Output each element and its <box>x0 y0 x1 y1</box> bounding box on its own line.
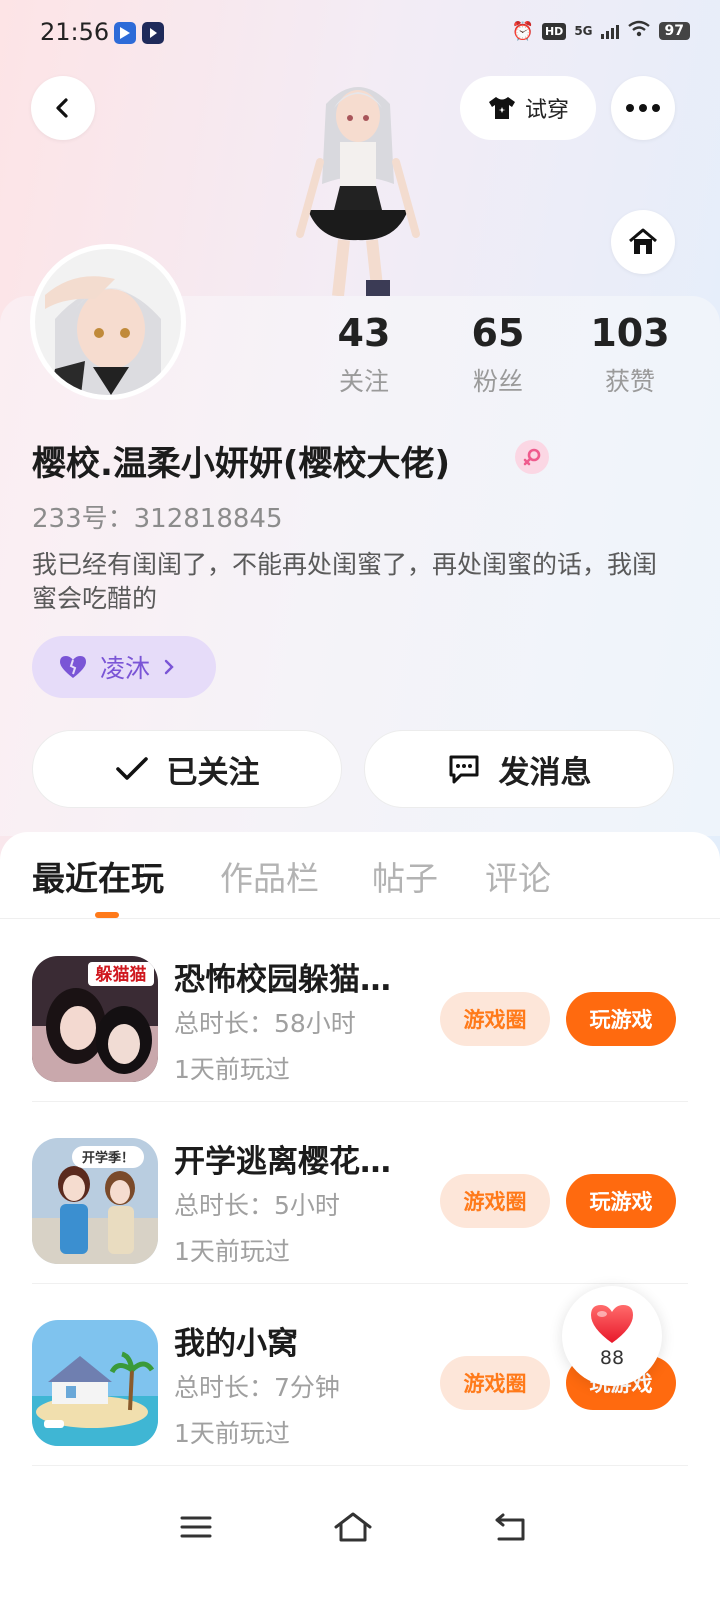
user-id[interactable]: 233号：312818845 <box>32 498 283 535</box>
following-button[interactable]: 已关注 <box>32 730 342 808</box>
back-arrow-icon <box>56 98 68 118</box>
app-notification-icon <box>114 22 136 44</box>
status-icons: ⏰ HD 5G 97 <box>512 20 690 42</box>
username: 樱校.温柔小妍妍(樱校大佬) <box>32 444 450 484</box>
status-time: 21:56 <box>40 18 110 46</box>
game-duration: 总时长：7分钟 <box>174 1373 340 1402</box>
game-list-item[interactable]: 开学季！ 开学逃离樱花… 总时长：5小时 1天前玩过 游戏圈 玩游戏 <box>0 1102 720 1284</box>
avatar-image <box>35 249 181 395</box>
home-icon <box>629 228 657 254</box>
heart-tag-icon <box>60 656 86 678</box>
video-notification-icon <box>142 22 164 44</box>
status-bar: 21:56 ⏰ HD 5G 97 <box>0 0 720 64</box>
fans-count: 65 <box>471 311 525 355</box>
network-type-icon: 5G <box>574 24 593 38</box>
try-on-button[interactable]: 试穿 <box>460 76 596 140</box>
avatar[interactable] <box>30 244 186 400</box>
game-name: 我的小窝 <box>174 1326 298 1362</box>
game-name: 恐怖校园躲猫… <box>174 962 391 998</box>
stat-following[interactable]: 43 关注 <box>304 310 424 398</box>
game-icon: 开学季！ <box>32 1138 158 1264</box>
game-circle-button[interactable]: 游戏圈 <box>440 1356 550 1410</box>
game-last-played: 1天前玩过 <box>174 1419 290 1448</box>
send-message-label: 发消息 <box>498 754 592 791</box>
avatar-3d-figure <box>296 87 420 296</box>
game-list-item[interactable]: 躲猫猫 恐怖校园躲猫… 总时长：58小时 1天前玩过 游戏圈 玩游戏 <box>0 920 720 1102</box>
game-icon <box>32 1320 158 1446</box>
menu-icon <box>180 1516 212 1538</box>
relationship-tag[interactable]: 凌沐 <box>32 636 216 698</box>
heart-icon <box>591 1305 633 1343</box>
tab-divider <box>0 918 720 919</box>
nav-home-button[interactable] <box>318 1502 388 1552</box>
home-button[interactable] <box>611 210 675 274</box>
following-count: 43 <box>337 311 391 355</box>
stat-fans[interactable]: 65 粉丝 <box>438 310 558 398</box>
game-icon-text: 开学季！ <box>82 1150 134 1166</box>
nav-back-button[interactable] <box>475 1502 545 1552</box>
tshirt-icon <box>488 97 515 119</box>
try-on-label: 试穿 <box>524 98 569 123</box>
stat-likes[interactable]: 103 获赞 <box>570 310 690 398</box>
game-last-played: 1天前玩过 <box>174 1237 290 1266</box>
fans-label: 粉丝 <box>472 367 523 396</box>
game-circle-button[interactable]: 游戏圈 <box>440 1174 550 1228</box>
following-label: 关注 <box>338 367 389 396</box>
hd-icon: HD <box>541 22 567 40</box>
following-button-label: 已关注 <box>166 754 260 791</box>
female-gender-icon <box>515 440 549 474</box>
back-button[interactable] <box>31 76 95 140</box>
game-duration: 总时长：58小时 <box>174 1009 356 1038</box>
nav-back-icon <box>495 1513 525 1541</box>
play-game-button[interactable]: 玩游戏 <box>566 992 676 1046</box>
game-icon: 躲猫猫 <box>32 956 158 1082</box>
game-duration: 总时长：5小时 <box>174 1191 340 1220</box>
bio-text: 我已经有闺闺了，不能再处闺蜜了，再处闺蜜的话，我闺蜜会吃醋的 <box>32 550 658 613</box>
likes-count: 103 <box>590 311 670 355</box>
nav-home-icon <box>334 1512 372 1542</box>
send-message-button[interactable]: 发消息 <box>364 730 674 808</box>
nav-menu-button[interactable] <box>161 1502 231 1552</box>
game-last-played: 1天前玩过 <box>174 1055 290 1084</box>
chevron-right-icon <box>164 659 174 675</box>
battery-icon: 97 <box>658 22 690 40</box>
likes-label: 获赞 <box>604 367 655 396</box>
tab-posts[interactable]: 帖子 <box>372 852 438 900</box>
play-game-button[interactable]: 玩游戏 <box>566 1174 676 1228</box>
system-nav-bar <box>0 1480 720 1600</box>
alarm-icon: ⏰ <box>511 20 534 42</box>
message-bubble-icon <box>449 755 478 784</box>
row-divider <box>32 1465 688 1466</box>
game-circle-button[interactable]: 游戏圈 <box>440 992 550 1046</box>
relationship-tag-label: 凌沐 <box>100 654 151 683</box>
more-options-button[interactable] <box>611 76 675 140</box>
game-icon-text: 躲猫猫 <box>96 964 147 985</box>
like-float-button[interactable]: 88 <box>562 1286 662 1386</box>
tab-works[interactable]: 作品栏 <box>220 852 319 900</box>
tab-recently-played[interactable]: 最近在玩 <box>32 852 164 900</box>
signal-icon <box>600 23 619 39</box>
check-icon <box>115 757 148 780</box>
more-dots-icon <box>626 104 660 112</box>
wifi-icon <box>627 20 651 42</box>
like-count: 88 <box>599 1347 625 1369</box>
tab-comments[interactable]: 评论 <box>485 852 551 900</box>
game-name: 开学逃离樱花… <box>174 1144 391 1180</box>
